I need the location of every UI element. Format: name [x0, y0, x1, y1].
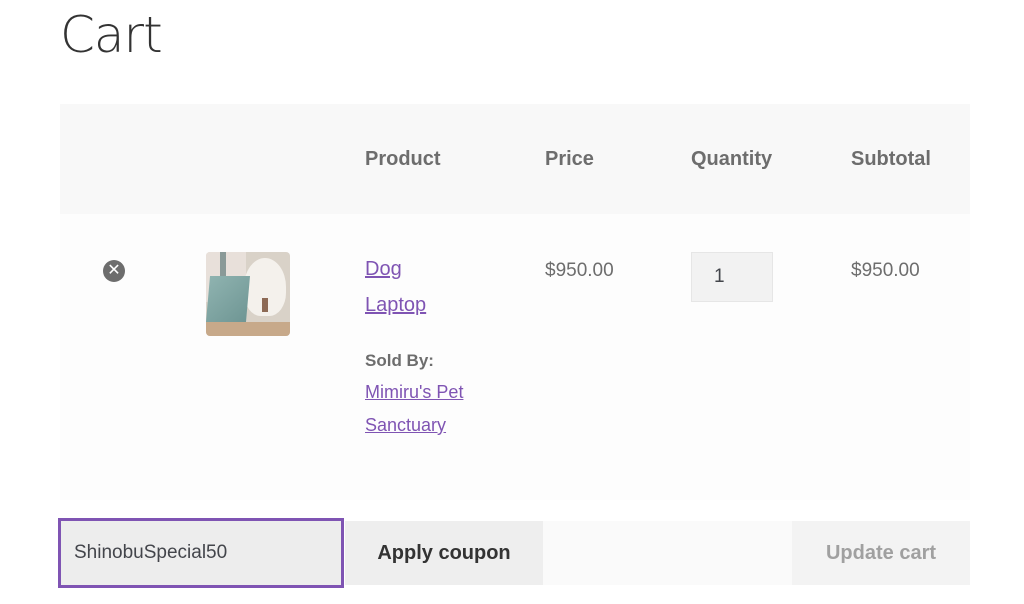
sold-by-label: Sold By: [365, 351, 434, 370]
coupon-code-input[interactable] [58, 518, 344, 588]
remove-item-icon[interactable]: ✕ [103, 260, 125, 282]
product-link-line2[interactable]: Laptop [365, 294, 426, 317]
actions-spacer [543, 521, 792, 585]
apply-coupon-button[interactable]: Apply coupon [345, 521, 543, 585]
update-cart-button[interactable]: Update cart [792, 521, 970, 585]
table-row: ✕ Dog Laptop Sold By: Mimiru's Pet Sanct… [60, 214, 970, 500]
item-price: $950.00 [545, 260, 614, 281]
product-link[interactable]: Dog [365, 258, 402, 281]
cart-actions: Apply coupon Update cart [58, 518, 970, 588]
product-thumbnail[interactable] [206, 252, 290, 336]
page-title: Cart [60, 6, 163, 64]
row-content: ✕ Dog Laptop Sold By: Mimiru's Pet Sanct… [60, 104, 970, 500]
cart-table: Product Price Quantity Subtotal ✕ Dog La… [60, 104, 970, 500]
item-subtotal: $950.00 [851, 260, 920, 281]
vendor-link-line2[interactable]: Sanctuary [365, 415, 446, 436]
quantity-input[interactable] [691, 252, 773, 302]
vendor-link[interactable]: Mimiru's Pet [365, 382, 463, 403]
